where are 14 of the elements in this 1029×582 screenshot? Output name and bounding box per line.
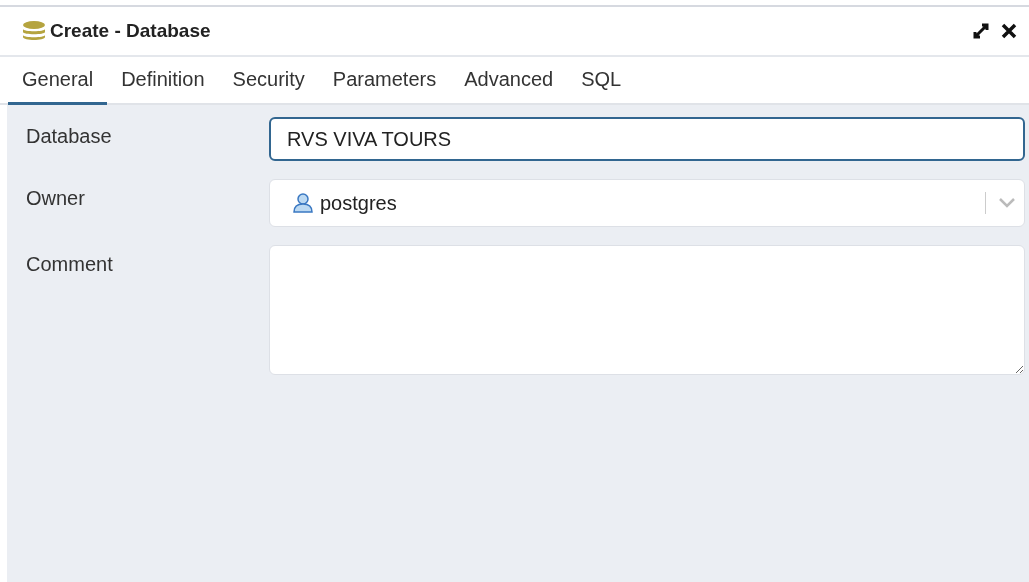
field-label: Comment <box>26 252 114 276</box>
tab[interactable]: SQL <box>567 57 636 105</box>
chevron-down-icon <box>998 197 1016 209</box>
tab[interactable]: Advanced <box>450 57 568 105</box>
window-title: Create - Database <box>50 20 212 42</box>
tab[interactable]: Definition <box>107 57 219 105</box>
database-input-field[interactable]: RVS VIVA TOURS <box>269 117 1025 161</box>
field-label: Owner <box>26 186 86 210</box>
tab[interactable]: Security <box>218 57 319 105</box>
field-label: Database <box>26 124 113 148</box>
database-icon <box>22 21 46 41</box>
tab[interactable]: Parameters <box>318 57 451 105</box>
user-icon <box>292 193 314 213</box>
owner-select[interactable]: postgres <box>269 179 1025 227</box>
